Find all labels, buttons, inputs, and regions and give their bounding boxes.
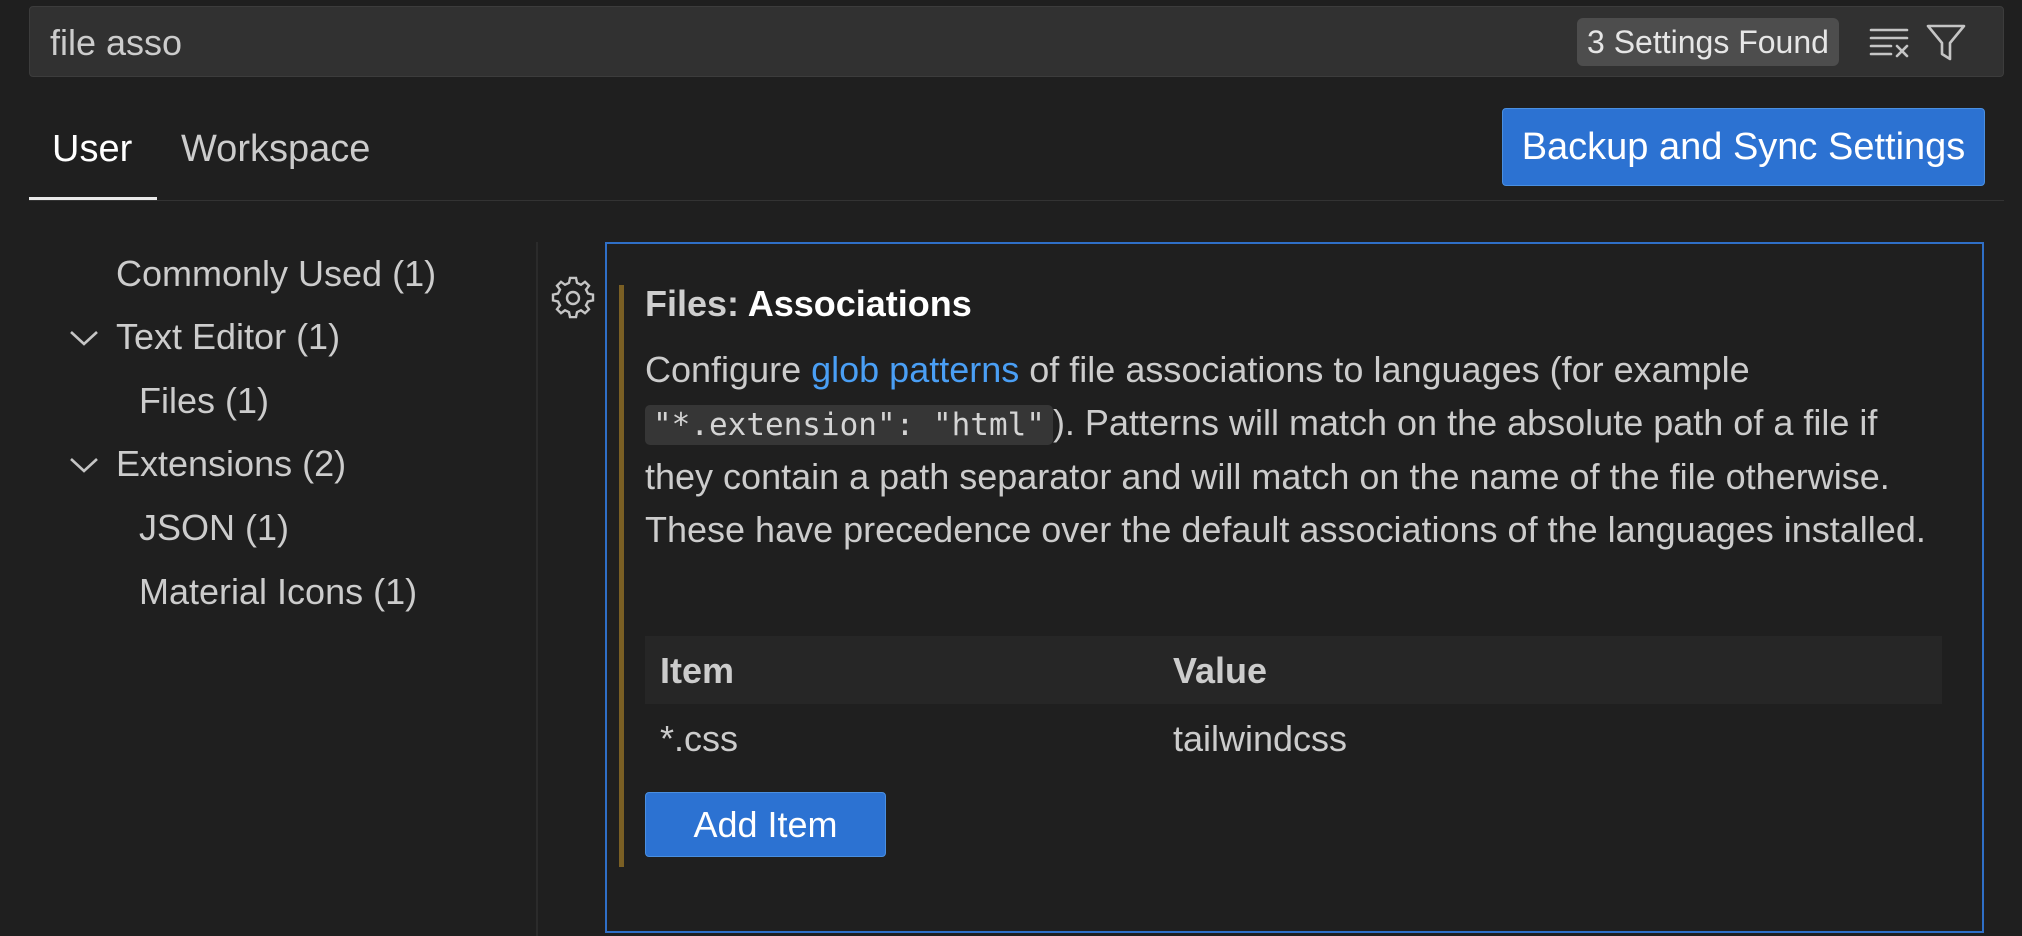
setting-category: Files: [645, 283, 748, 324]
glob-patterns-link[interactable]: glob patterns [811, 349, 1019, 390]
toc-item-text-editor[interactable]: Text Editor (1) [116, 316, 340, 358]
code-example: "*.extension": "html" [645, 404, 1053, 445]
table-cell-item[interactable]: *.css [660, 718, 738, 760]
settings-search-bar[interactable]: 3 Settings Found [29, 6, 2004, 77]
setting-description: Configure glob patterns of file associat… [645, 344, 1945, 556]
column-header-value: Value [1173, 650, 1268, 691]
clear-filter-icon[interactable] [1868, 23, 1912, 63]
add-item-button[interactable]: Add Item [645, 792, 886, 857]
column-header-item: Item [660, 650, 735, 691]
toc-item-extensions[interactable]: Extensions (2) [116, 443, 346, 485]
backup-sync-settings-button[interactable]: Backup and Sync Settings [1502, 108, 1985, 186]
setting-title: Files: Associations [645, 283, 972, 325]
description-text: of file associations to languages (for e… [1019, 349, 1750, 390]
table-header [645, 636, 1942, 704]
chevron-down-icon[interactable] [68, 328, 100, 348]
toc-item-material-icons[interactable]: Material Icons (1) [139, 571, 417, 613]
toc-item-json[interactable]: JSON (1) [139, 507, 289, 549]
table-cell-value[interactable]: tailwindcss [1173, 718, 1347, 760]
setting-name: Associations [747, 283, 972, 324]
modified-indicator [619, 285, 624, 867]
description-text: Configure [645, 349, 812, 390]
search-input[interactable] [48, 15, 1552, 71]
toc-divider [536, 242, 538, 936]
chevron-down-icon[interactable] [68, 455, 100, 475]
gear-icon[interactable] [551, 276, 595, 320]
tab-workspace[interactable]: Workspace [181, 128, 370, 171]
tabs-divider [29, 200, 2004, 201]
tab-user[interactable]: User [52, 128, 132, 171]
toc-item-commonly-used[interactable]: Commonly Used (1) [116, 253, 436, 295]
toc-item-files[interactable]: Files (1) [139, 380, 269, 422]
results-count-badge: 3 Settings Found [1577, 18, 1839, 66]
filter-icon[interactable] [1924, 23, 1968, 63]
